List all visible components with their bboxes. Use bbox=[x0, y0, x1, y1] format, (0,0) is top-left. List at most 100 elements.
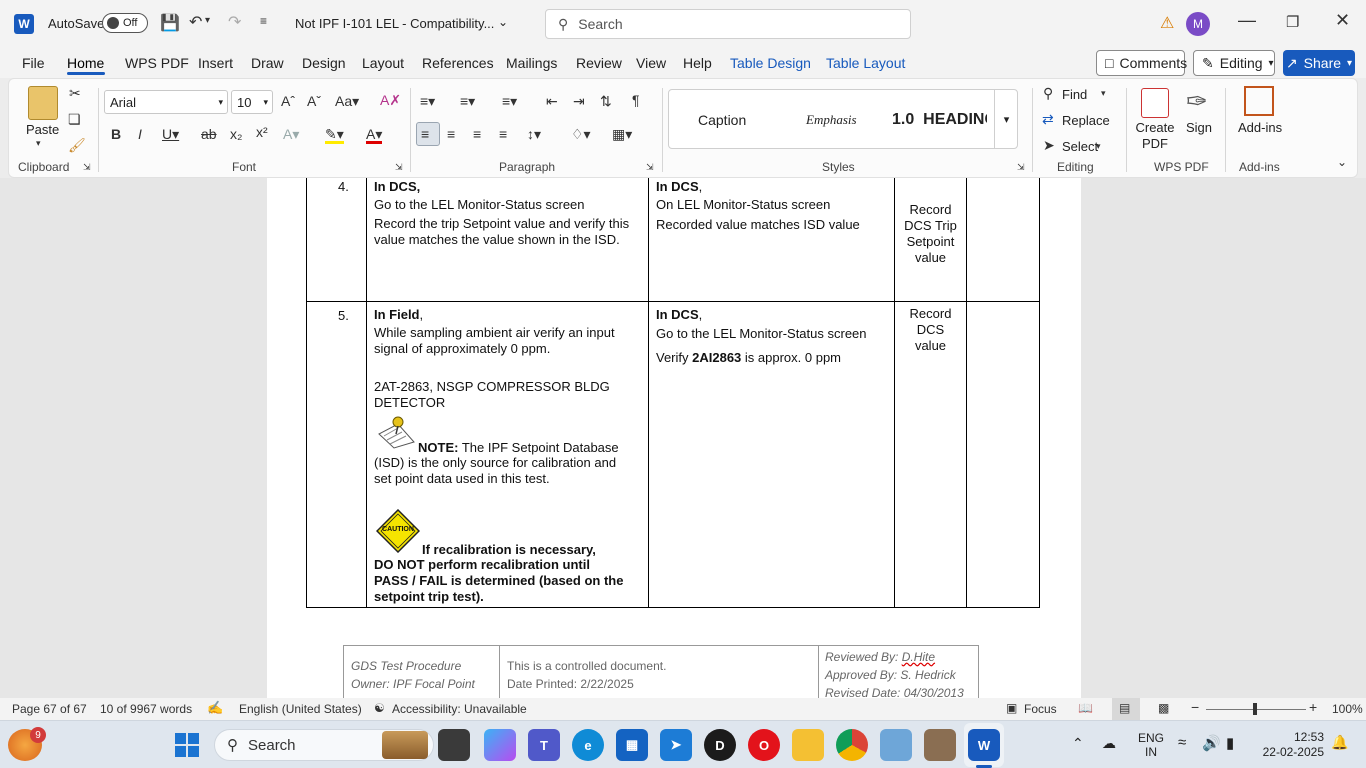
focus-button[interactable]: Focus bbox=[1024, 702, 1057, 716]
collapse-ribbon-icon[interactable]: ⌄ bbox=[1337, 156, 1347, 168]
italic-icon[interactable]: I bbox=[138, 127, 142, 141]
avatar[interactable]: M bbox=[1186, 12, 1210, 36]
dialog-launcher-icon[interactable]: ⇲ bbox=[83, 163, 91, 172]
borders-icon[interactable]: ▦▾ bbox=[612, 127, 632, 141]
subscript-icon[interactable]: x₂ bbox=[230, 127, 242, 141]
zoom-thumb[interactable] bbox=[1253, 703, 1257, 715]
zoom-level[interactable]: 100% bbox=[1332, 702, 1363, 716]
web-layout-icon[interactable]: ▩ bbox=[1158, 701, 1169, 715]
tab-review[interactable]: Review bbox=[576, 55, 622, 71]
wifi-icon[interactable]: ≈ bbox=[1178, 734, 1186, 751]
strikethrough-icon[interactable]: ab bbox=[201, 127, 217, 141]
save-icon[interactable]: 💾 bbox=[160, 13, 180, 33]
show-formatting-icon[interactable]: ¶ bbox=[632, 93, 640, 107]
bullets-icon[interactable]: ≡▾ bbox=[420, 94, 435, 108]
tab-home[interactable]: Home bbox=[67, 55, 104, 71]
title-chevron-down-icon[interactable]: ⌄ bbox=[498, 15, 508, 29]
tab-wps-pdf[interactable]: WPS PDF bbox=[125, 55, 189, 71]
search-box[interactable]: ⚲ Search bbox=[545, 9, 911, 39]
customize-qat-icon[interactable]: ≡ bbox=[260, 14, 267, 28]
align-center-icon[interactable]: ≡ bbox=[447, 127, 455, 141]
warning-icon[interactable]: ⚠ bbox=[1160, 13, 1174, 33]
create-pdf-icon[interactable] bbox=[1141, 88, 1169, 118]
input-language[interactable]: ENG IN bbox=[1138, 731, 1164, 759]
tab-help[interactable]: Help bbox=[683, 55, 712, 71]
paste-button[interactable]: Paste bbox=[26, 122, 59, 137]
select-button[interactable]: Select bbox=[1062, 139, 1098, 154]
format-painter-icon[interactable]: 🖌 bbox=[68, 138, 86, 152]
shrink-font-icon[interactable]: Aˇ bbox=[307, 94, 321, 108]
tab-design[interactable]: Design bbox=[302, 55, 346, 71]
sign-button[interactable]: Sign bbox=[1186, 120, 1212, 136]
language-status[interactable]: English (United States) bbox=[239, 702, 362, 716]
app-icon[interactable]: ➤ bbox=[660, 729, 692, 761]
superscript-icon[interactable]: x² bbox=[256, 125, 268, 139]
align-right-icon[interactable]: ≡ bbox=[473, 127, 481, 141]
copy-icon[interactable]: ❏ bbox=[68, 112, 81, 126]
font-name-combo[interactable]: Arial ▾ bbox=[104, 90, 228, 114]
style-caption[interactable]: Caption bbox=[698, 112, 746, 128]
paste-dropdown-icon[interactable]: ▾ bbox=[36, 139, 41, 148]
opera-icon[interactable]: O bbox=[748, 729, 780, 761]
tab-file[interactable]: File bbox=[22, 55, 45, 71]
minimize-icon[interactable]: — bbox=[1238, 10, 1256, 31]
redo-icon[interactable]: ↷ bbox=[228, 12, 241, 32]
tab-table-layout[interactable]: Table Layout bbox=[826, 55, 905, 71]
create-pdf-button[interactable]: Create PDF bbox=[1134, 120, 1176, 152]
clock[interactable]: 12:53 22-02-2025 bbox=[1256, 730, 1324, 760]
clear-formatting-icon[interactable]: A✗ bbox=[380, 93, 401, 107]
tab-references[interactable]: References bbox=[422, 55, 494, 71]
undo-dropdown-icon[interactable]: ▾ bbox=[205, 15, 210, 26]
edge-icon[interactable]: e bbox=[572, 729, 604, 761]
underline-icon[interactable]: U▾ bbox=[162, 127, 179, 141]
chrome-icon[interactable] bbox=[836, 729, 868, 761]
document-title[interactable]: Not IPF I-101 LEL - Compatibility... bbox=[295, 16, 494, 31]
autosave-toggle[interactable]: Off bbox=[102, 13, 148, 33]
file-explorer-icon[interactable] bbox=[792, 729, 824, 761]
replace-button[interactable]: Replace bbox=[1062, 113, 1110, 128]
tab-draw[interactable]: Draw bbox=[251, 55, 284, 71]
word-taskbar-icon[interactable]: W bbox=[968, 729, 1000, 761]
notifications-icon[interactable]: 🔔 bbox=[1331, 734, 1348, 751]
page-count[interactable]: Page 67 of 67 bbox=[12, 702, 87, 716]
line-spacing-icon[interactable]: ↕▾ bbox=[527, 127, 541, 141]
sort-icon[interactable]: ⇅ bbox=[600, 94, 612, 108]
increase-indent-icon[interactable]: ⇥ bbox=[573, 94, 585, 108]
close-icon[interactable]: ✕ bbox=[1335, 10, 1350, 31]
dialog-launcher-icon[interactable]: ⇲ bbox=[395, 163, 403, 172]
bold-icon[interactable]: B bbox=[111, 127, 121, 141]
copilot-icon[interactable] bbox=[484, 729, 516, 761]
font-color-icon[interactable]: A▾ bbox=[366, 127, 383, 144]
style-heading[interactable]: 1.0 HEADING bbox=[892, 111, 987, 129]
chevron-down-icon[interactable]: ▾ bbox=[1096, 142, 1101, 151]
teams-icon[interactable]: T bbox=[528, 729, 560, 761]
chevron-down-icon[interactable]: ▾ bbox=[1101, 89, 1106, 98]
start-icon[interactable] bbox=[175, 733, 199, 757]
paste-icon[interactable] bbox=[28, 86, 58, 120]
sign-icon[interactable]: ✑ bbox=[1186, 88, 1208, 114]
dialog-launcher-icon[interactable]: ⇲ bbox=[1017, 163, 1025, 172]
text-effects-icon[interactable]: A▾ bbox=[283, 127, 299, 141]
cut-icon[interactable]: ✂ bbox=[69, 86, 81, 100]
read-mode-icon[interactable]: 📖 bbox=[1078, 701, 1093, 715]
task-view-icon[interactable] bbox=[438, 729, 470, 761]
app-icon-2[interactable] bbox=[924, 729, 956, 761]
editing-mode-button[interactable]: ✎ Editing ▾ bbox=[1193, 50, 1275, 76]
find-button[interactable]: Find bbox=[1062, 87, 1087, 102]
undo-icon[interactable]: ↶ bbox=[189, 12, 202, 32]
tab-layout[interactable]: Layout bbox=[362, 55, 404, 71]
select-icon[interactable]: ➤ bbox=[1043, 138, 1055, 152]
tab-view[interactable]: View bbox=[636, 55, 666, 71]
font-size-combo[interactable]: 10 ▾ bbox=[231, 90, 273, 114]
accessibility-status[interactable]: Accessibility: Unavailable bbox=[392, 702, 527, 716]
add-ins-icon[interactable] bbox=[1244, 86, 1274, 116]
chevron-up-icon[interactable]: ⌃ bbox=[1072, 735, 1084, 752]
restore-icon[interactable]: ❐ bbox=[1286, 13, 1299, 31]
grow-font-icon[interactable]: Aˆ bbox=[281, 94, 295, 108]
dell-icon[interactable]: D bbox=[704, 729, 736, 761]
search-highlight-icon[interactable] bbox=[382, 731, 428, 759]
tab-mailings[interactable]: Mailings bbox=[506, 55, 557, 71]
volume-icon[interactable]: 🔊 bbox=[1202, 734, 1221, 752]
numbering-icon[interactable]: ≡▾ bbox=[460, 94, 475, 108]
replace-icon[interactable]: ⇄ bbox=[1042, 112, 1054, 126]
